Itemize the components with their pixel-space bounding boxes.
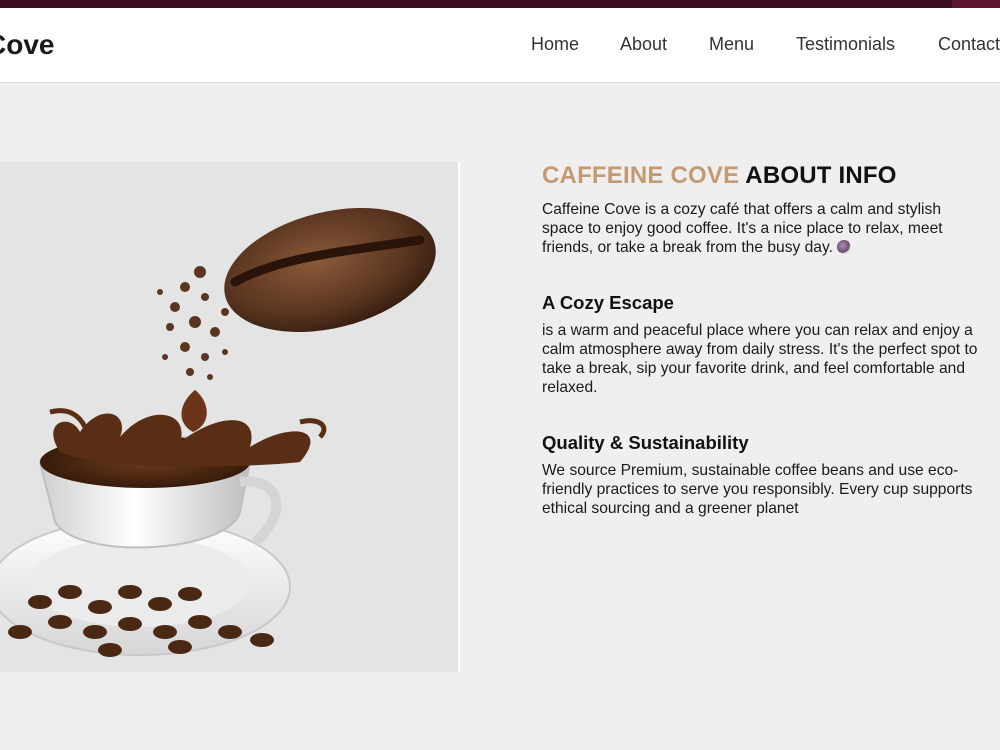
nav-link-home[interactable]: Home	[531, 34, 579, 55]
coffee-cup-splash-illustration	[0, 162, 460, 672]
site-header: Cove Home About Menu Testimonials Contac…	[0, 8, 1000, 83]
coffee-bean-icon	[224, 207, 436, 333]
section-text-cozy-escape: is a warm and peaceful place where you c…	[542, 322, 978, 396]
about-content: CAFFEINE COVE ABOUT INFO Caffeine Cove i…	[542, 162, 982, 518]
about-intro: Caffeine Cove is a cozy café that offers…	[542, 200, 982, 257]
top-accent-bar	[0, 0, 1000, 8]
about-title: CAFFEINE COVE ABOUT INFO	[542, 162, 982, 190]
main-nav: Home About Menu Testimonials Contact	[0, 34, 1000, 58]
nav-link-about[interactable]: About	[620, 34, 667, 55]
nav-link-contact[interactable]: Contact	[938, 34, 1000, 55]
coffee-cup-emoji-icon	[836, 240, 851, 254]
nav-link-menu[interactable]: Menu	[709, 34, 754, 55]
section-heading-cozy-escape: A Cozy Escape	[542, 292, 674, 313]
nav-link-testimonials[interactable]: Testimonials	[796, 34, 895, 55]
section-text-quality: We source Premium, sustainable coffee be…	[542, 462, 973, 517]
about-title-accent: CAFFEINE COVE	[542, 162, 740, 189]
about-title-rest: ABOUT INFO	[745, 162, 897, 189]
about-intro-text: Caffeine Cove is a cozy café that offers…	[542, 201, 943, 256]
section-heading-quality: Quality & Sustainability	[542, 432, 749, 453]
top-accent-bar-edge	[952, 0, 1000, 8]
